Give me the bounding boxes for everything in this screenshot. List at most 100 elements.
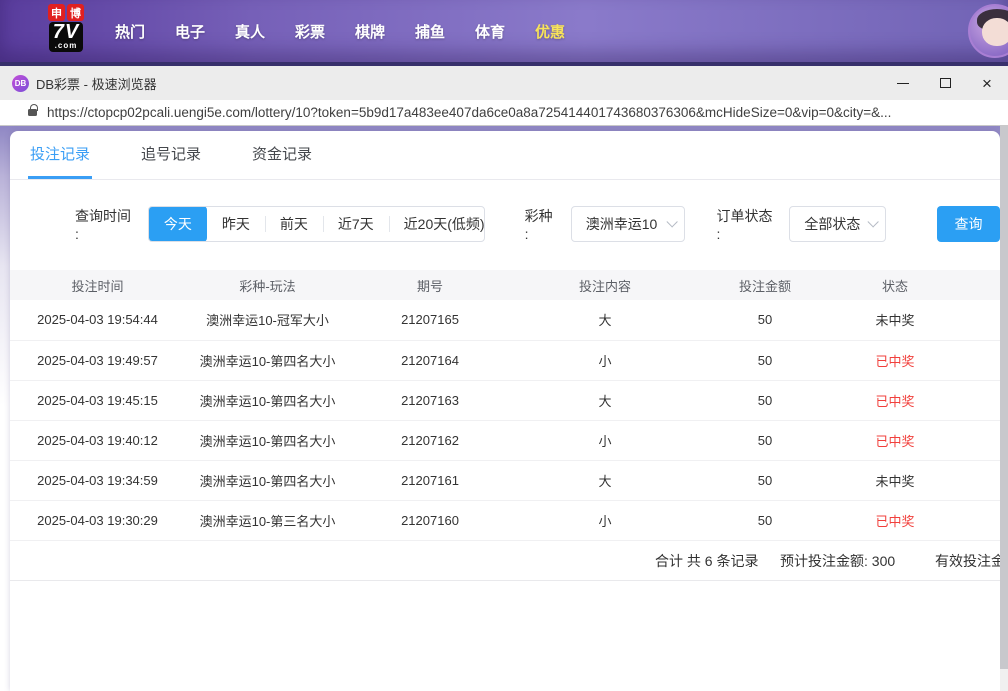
user-avatar[interactable] bbox=[968, 4, 1008, 58]
cell-amount: 50 bbox=[700, 420, 830, 460]
summary-expected-amount: 预计投注金额: 300 bbox=[780, 541, 895, 581]
nav-item-lottery[interactable]: 彩票 bbox=[280, 21, 340, 42]
bet-records-table: 投注时间 彩种-玩法 期号 投注内容 投注金额 状态 2025-04-03 19… bbox=[10, 270, 1000, 541]
status-filter-label: 订单状态 : bbox=[717, 206, 778, 242]
logo-badge-shen: 申 bbox=[48, 4, 65, 21]
browser-favicon: DB bbox=[12, 75, 29, 92]
cell-bet-time: 2025-04-03 19:40:12 bbox=[10, 420, 185, 460]
record-tabs: 投注记录 追号记录 资金记录 bbox=[10, 131, 1000, 180]
cell-content: 小 bbox=[510, 500, 700, 540]
tab-fund-records[interactable]: 资金记录 bbox=[250, 131, 314, 179]
cell-issue: 21207161 bbox=[350, 460, 510, 500]
address-bar[interactable]: https://ctopcp02pcali.uengi5e.com/lotter… bbox=[0, 100, 1008, 126]
logo-brand: 7V .com bbox=[49, 22, 83, 52]
window-controls: × bbox=[882, 66, 1008, 100]
time-range-group: 今天 昨天 前天 近7天 近20天(低频) bbox=[148, 206, 485, 242]
cell-status: 已中奖 bbox=[830, 380, 960, 420]
cell-game-play: 澳洲幸运10-第四名大小 bbox=[185, 420, 350, 460]
summary-total-records: 合计 共 6 条记录 bbox=[655, 541, 758, 581]
col-header-bet-time: 投注时间 bbox=[10, 270, 185, 300]
nav-menu: 热门 电子 真人 彩票 棋牌 捕鱼 体育 优惠 bbox=[100, 0, 580, 62]
table-row: 2025-04-03 19:40:12 澳洲幸运10-第四名大小 2120716… bbox=[10, 420, 1000, 460]
close-icon: × bbox=[982, 75, 992, 92]
cell-amount: 50 bbox=[700, 340, 830, 380]
scrollbar-thumb[interactable] bbox=[1000, 126, 1008, 669]
cell-bet-time: 2025-04-03 19:34:59 bbox=[10, 460, 185, 500]
cell-game-play: 澳洲幸运10-第四名大小 bbox=[185, 380, 350, 420]
cell-amount: 50 bbox=[700, 300, 830, 340]
cell-game-play: 澳洲幸运10-第三名大小 bbox=[185, 500, 350, 540]
table-header-row: 投注时间 彩种-玩法 期号 投注内容 投注金额 状态 bbox=[10, 270, 1000, 300]
nav-item-fishing[interactable]: 捕鱼 bbox=[400, 21, 460, 42]
chevron-down-icon bbox=[666, 216, 677, 227]
col-header-issue: 期号 bbox=[350, 270, 510, 300]
table-row: 2025-04-03 19:45:15 澳洲幸运10-第四名大小 2120716… bbox=[10, 380, 1000, 420]
nav-item-cards[interactable]: 棋牌 bbox=[340, 21, 400, 42]
cell-issue: 21207165 bbox=[350, 300, 510, 340]
cell-status: 未中奖 bbox=[830, 460, 960, 500]
lock-icon bbox=[28, 109, 37, 116]
close-button[interactable]: × bbox=[966, 66, 1008, 100]
order-status-select[interactable]: 全部状态 bbox=[789, 206, 886, 242]
url-text[interactable]: https://ctopcp02pcali.uengi5e.com/lotter… bbox=[47, 105, 998, 120]
query-button[interactable]: 查询 bbox=[937, 206, 1000, 242]
chevron-down-icon bbox=[867, 216, 878, 227]
logo-com-text: .com bbox=[53, 42, 79, 50]
lottery-select-value: 澳洲幸运10 bbox=[586, 214, 658, 234]
cell-issue: 21207162 bbox=[350, 420, 510, 460]
cell-issue: 21207164 bbox=[350, 340, 510, 380]
status-select-value: 全部状态 bbox=[804, 214, 860, 234]
table-row: 2025-04-03 19:49:57 澳洲幸运10-第四名大小 2120716… bbox=[10, 340, 1000, 380]
time-option-daybefore[interactable]: 前天 bbox=[265, 206, 323, 242]
screen: 申 博 7V .com 热门 电子 真人 彩票 棋牌 捕鱼 体育 优惠 DB D… bbox=[0, 0, 1008, 691]
window-title: DB彩票 - 极速浏览器 bbox=[36, 74, 157, 93]
page-background: 投注记录 追号记录 资金记录 查询时间 : 今天 昨天 前天 近7天 近20天(… bbox=[0, 126, 1008, 691]
browser-titlebar[interactable]: DB DB彩票 - 极速浏览器 × bbox=[0, 66, 1008, 100]
nav-item-hot[interactable]: 热门 bbox=[100, 21, 160, 42]
cell-content: 小 bbox=[510, 340, 700, 380]
summary-row: 合计 共 6 条记录 预计投注金额: 300 有效投注金额: 300 bbox=[10, 541, 1000, 581]
cell-game-play: 澳洲幸运10-第四名大小 bbox=[185, 340, 350, 380]
cell-bet-time: 2025-04-03 19:45:15 bbox=[10, 380, 185, 420]
col-header-filler bbox=[960, 270, 1000, 300]
logo-badges: 申 博 bbox=[48, 4, 84, 21]
cell-content: 小 bbox=[510, 420, 700, 460]
cell-amount: 50 bbox=[700, 380, 830, 420]
cell-amount: 50 bbox=[700, 500, 830, 540]
cell-amount: 50 bbox=[700, 460, 830, 500]
cell-bet-time: 2025-04-03 19:30:29 bbox=[10, 500, 185, 540]
tab-bet-records[interactable]: 投注记录 bbox=[28, 131, 92, 179]
minimize-button[interactable] bbox=[882, 66, 924, 100]
table-row: 2025-04-03 19:54:44 澳洲幸运10-冠军大小 21207165… bbox=[10, 300, 1000, 340]
col-header-status: 状态 bbox=[830, 270, 960, 300]
cell-status: 已中奖 bbox=[830, 340, 960, 380]
vertical-scrollbar[interactable] bbox=[1000, 126, 1008, 691]
cell-content: 大 bbox=[510, 380, 700, 420]
cell-game-play: 澳洲幸运10-第四名大小 bbox=[185, 460, 350, 500]
lottery-filter-label: 彩种 : bbox=[525, 206, 559, 242]
nav-item-promo[interactable]: 优惠 bbox=[520, 21, 580, 42]
nav-item-sports[interactable]: 体育 bbox=[460, 21, 520, 42]
cell-content: 大 bbox=[510, 460, 700, 500]
content-card: 投注记录 追号记录 资金记录 查询时间 : 今天 昨天 前天 近7天 近20天(… bbox=[10, 131, 1000, 691]
cell-status: 未中奖 bbox=[830, 300, 960, 340]
time-option-yesterday[interactable]: 昨天 bbox=[207, 206, 265, 242]
col-header-content: 投注内容 bbox=[510, 270, 700, 300]
time-option-20days[interactable]: 近20天(低频) bbox=[389, 206, 485, 242]
filter-bar: 查询时间 : 今天 昨天 前天 近7天 近20天(低频) 彩种 : 澳洲幸运10… bbox=[75, 206, 1000, 242]
tab-chase-records[interactable]: 追号记录 bbox=[139, 131, 203, 179]
nav-item-slots[interactable]: 电子 bbox=[160, 21, 220, 42]
cell-game-play: 澳洲幸运10-冠军大小 bbox=[185, 300, 350, 340]
time-option-today[interactable]: 今天 bbox=[149, 206, 207, 242]
cell-issue: 21207160 bbox=[350, 500, 510, 540]
cell-content: 大 bbox=[510, 300, 700, 340]
time-option-7days[interactable]: 近7天 bbox=[323, 206, 389, 242]
summary-valid-amount: 有效投注金额: 300 bbox=[935, 541, 1000, 581]
lottery-select[interactable]: 澳洲幸运10 bbox=[571, 206, 685, 242]
col-header-game-play: 彩种-玩法 bbox=[185, 270, 350, 300]
site-logo[interactable]: 申 博 7V .com bbox=[35, 4, 97, 58]
nav-item-live[interactable]: 真人 bbox=[220, 21, 280, 42]
maximize-icon bbox=[940, 78, 951, 88]
site-nav: 申 博 7V .com 热门 电子 真人 彩票 棋牌 捕鱼 体育 优惠 bbox=[0, 0, 1008, 62]
maximize-button[interactable] bbox=[924, 66, 966, 100]
